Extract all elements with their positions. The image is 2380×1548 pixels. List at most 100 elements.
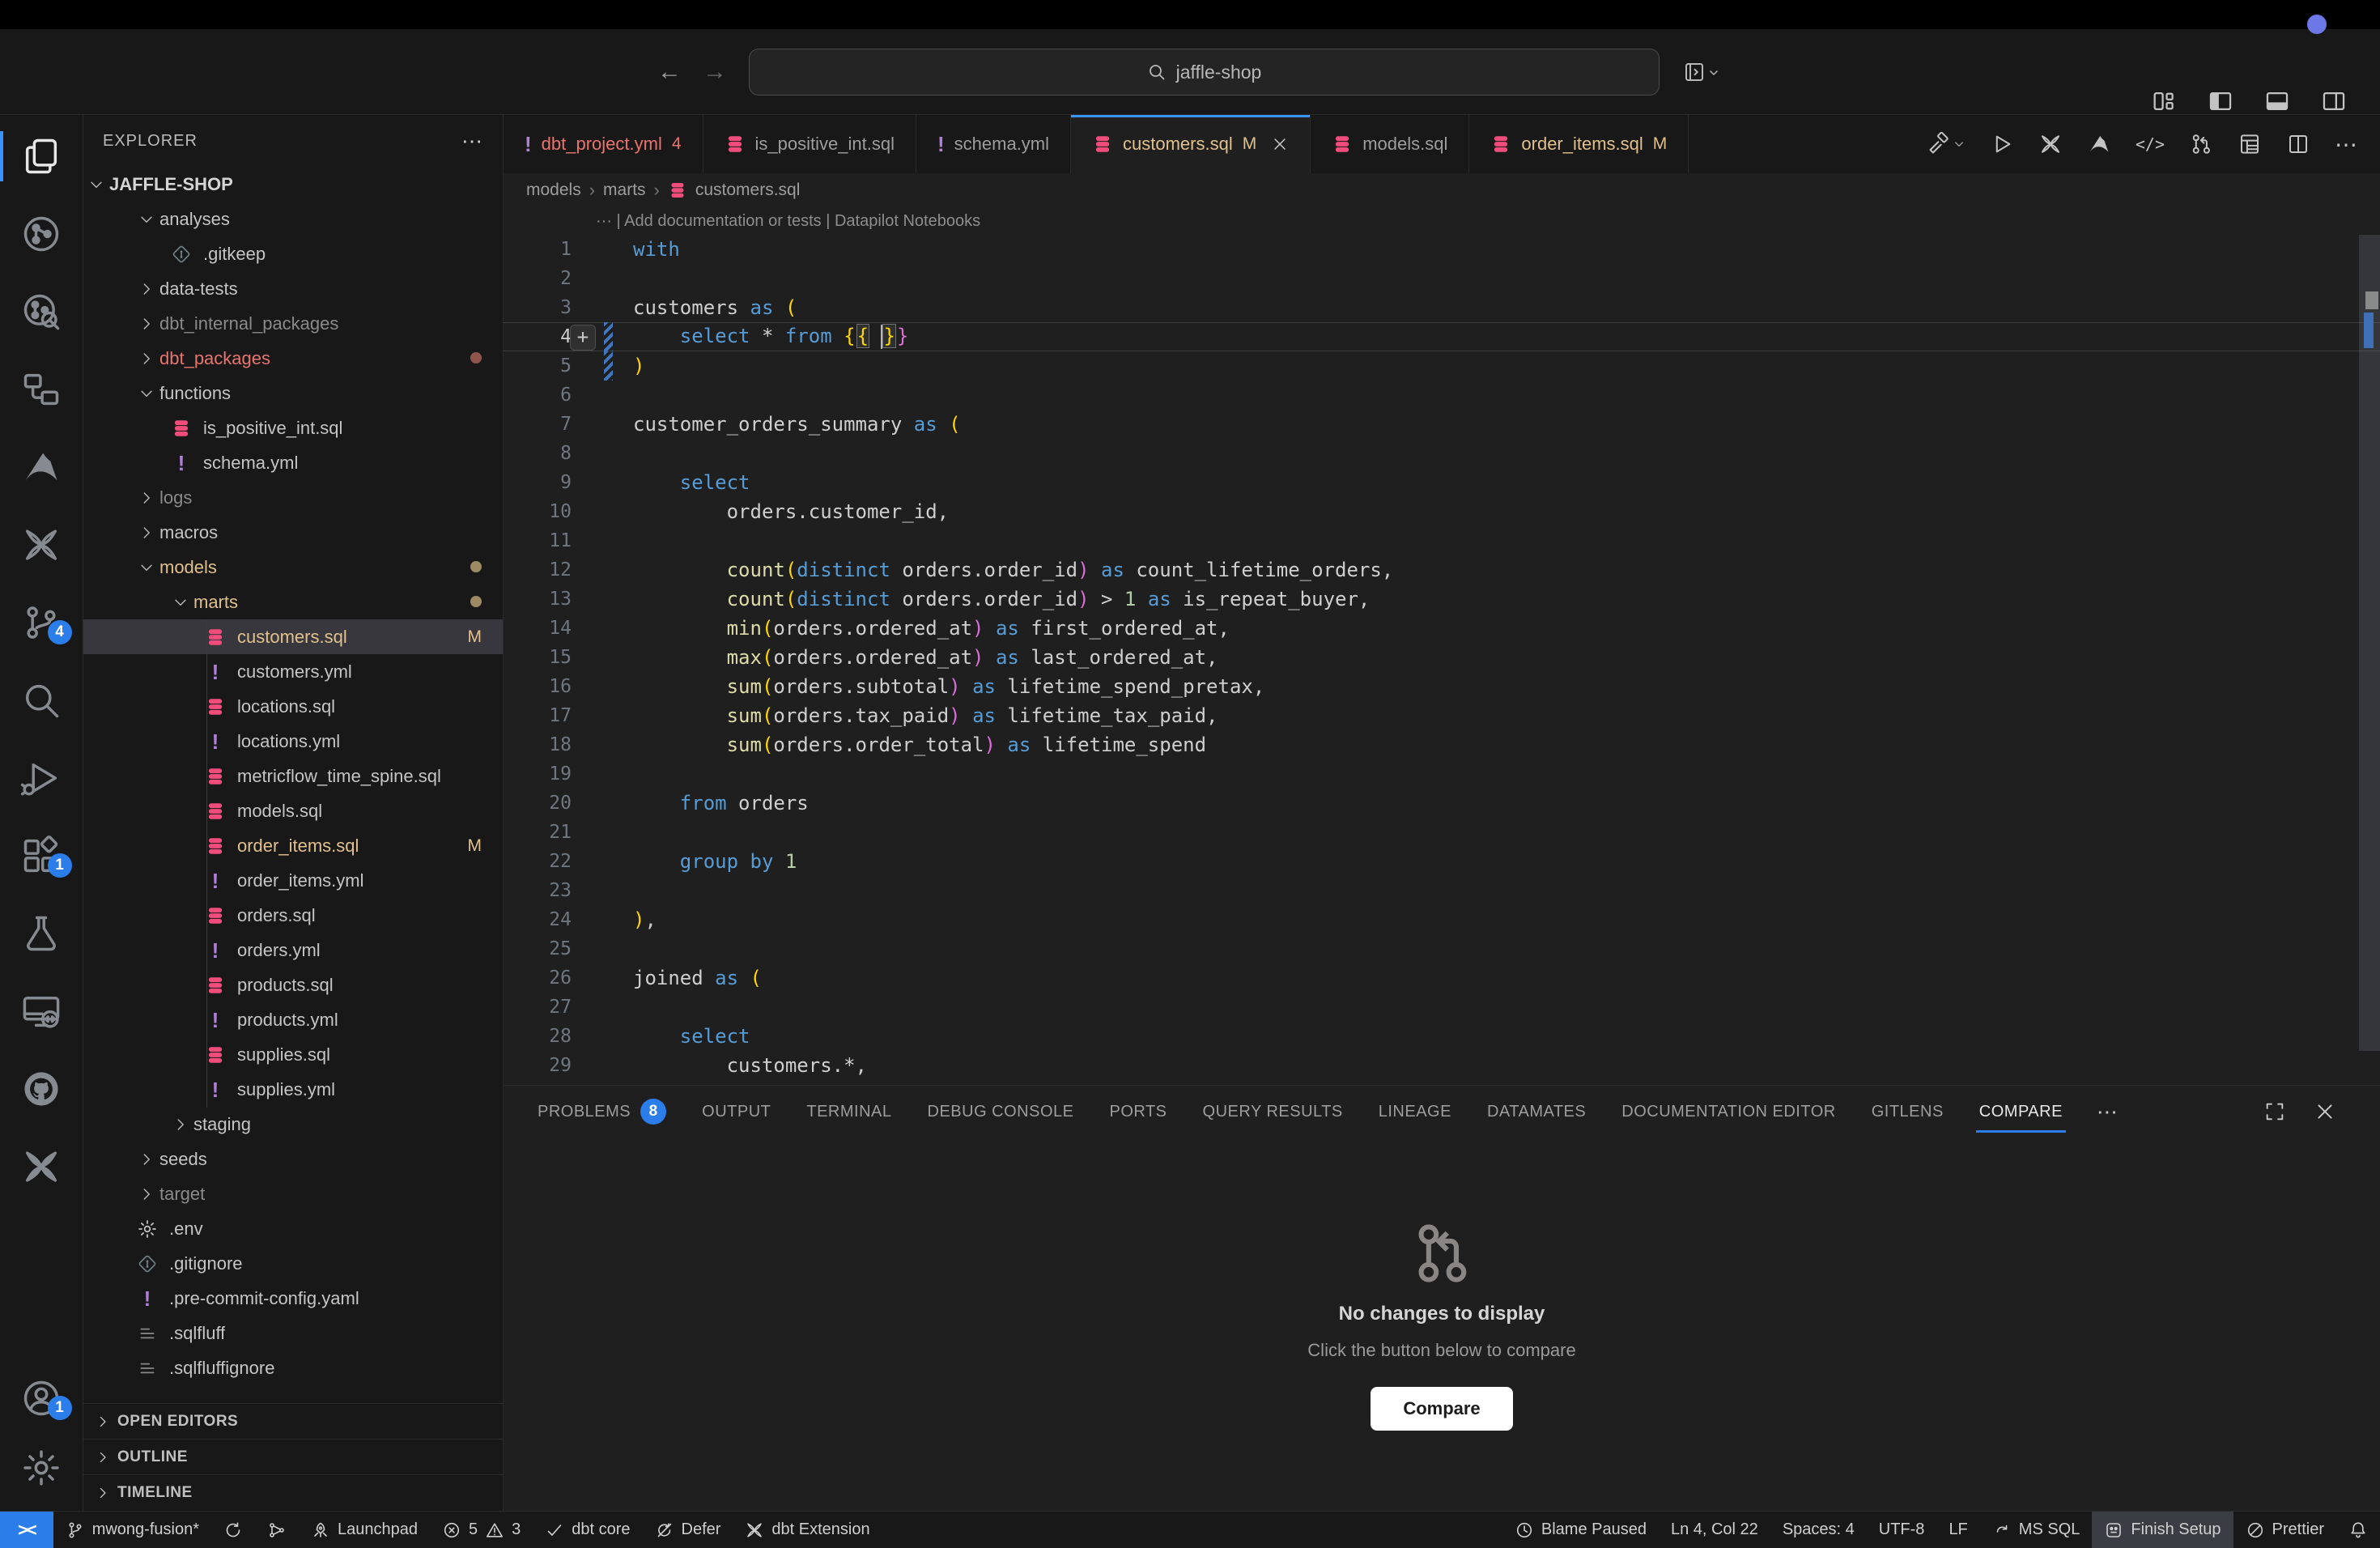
activity-item-testing[interactable] xyxy=(0,910,83,957)
code-line-9[interactable]: 9 select xyxy=(504,468,2380,497)
toggle-sidebar-icon[interactable] xyxy=(2207,87,2234,115)
toggle-panel-icon[interactable] xyxy=(2263,87,2291,115)
sidebar-section-timeline[interactable]: TIMELINE xyxy=(83,1475,503,1511)
code-line-4[interactable]: 4+ select * from {{ }} xyxy=(504,322,2380,351)
code-line-10[interactable]: 10 orders.customer_id, xyxy=(504,497,2380,526)
code-line-12[interactable]: 12 count(distinct orders.order_id) as co… xyxy=(504,555,2380,585)
status-notifications[interactable] xyxy=(2336,1512,2380,1548)
forward-arrow-icon[interactable]: → xyxy=(703,58,727,86)
status-prettier[interactable]: Prettier xyxy=(2233,1512,2336,1548)
activity-item-github[interactable] xyxy=(0,1065,83,1112)
status-finish-setup[interactable]: Finish Setup xyxy=(2092,1512,2233,1548)
panel-tab-output[interactable]: OUTPUT xyxy=(687,1086,785,1138)
tree-item-target[interactable]: target xyxy=(83,1176,503,1211)
status-defer[interactable]: Defer xyxy=(643,1512,733,1548)
panel-tab-gitlens[interactable]: GITLENS xyxy=(1857,1086,1958,1138)
editor-action-datapilot-action[interactable] xyxy=(2087,132,2111,156)
panel-tab-lineage[interactable]: LINEAGE xyxy=(1364,1086,1466,1138)
activity-item-accounts[interactable]: 1 xyxy=(0,1375,83,1422)
code-line-11[interactable]: 11 xyxy=(504,526,2380,555)
status-launchpad[interactable]: Launchpad xyxy=(299,1512,430,1548)
code-line-18[interactable]: 18 sum(orders.order_total) as lifetime_s… xyxy=(504,730,2380,759)
breadcrumb-part[interactable]: marts xyxy=(603,181,646,200)
tab-customers.sql[interactable]: customers.sqlM xyxy=(1071,115,1311,173)
tree-item-supplies.yml[interactable]: !supplies.yml xyxy=(83,1072,503,1107)
code-line-3[interactable]: 3customers as ( xyxy=(504,293,2380,322)
status-problems[interactable]: 53 xyxy=(430,1512,533,1548)
tree-item-supplies.sql[interactable]: supplies.sql xyxy=(83,1037,503,1072)
tree-item-functions[interactable]: functions xyxy=(83,376,503,410)
code-line-23[interactable]: 23 xyxy=(504,876,2380,905)
tree-item-.gitkeep[interactable]: .gitkeep xyxy=(83,236,503,271)
code-line-26[interactable]: 26joined as ( xyxy=(504,963,2380,993)
activity-item-dbt-filled[interactable] xyxy=(0,1143,83,1190)
editor-scrollbar[interactable] xyxy=(2359,235,2380,1085)
status-branch[interactable]: mwong-fusion* xyxy=(53,1512,211,1548)
panel-tab-query-results[interactable]: QUERY RESULTS xyxy=(1188,1086,1358,1138)
code-line-19[interactable]: 19 xyxy=(504,759,2380,789)
code-line-13[interactable]: 13 count(distinct orders.order_id) > 1 a… xyxy=(504,585,2380,614)
editor-action-run-model[interactable] xyxy=(1990,132,2014,156)
tree-item-dbt-internal-packages[interactable]: dbt_internal_packages xyxy=(83,306,503,341)
close-tab-icon[interactable] xyxy=(1271,135,1289,153)
tree-item-.pre-commit-config.yaml[interactable]: !.pre-commit-config.yaml xyxy=(83,1281,503,1316)
activity-item-datapilot[interactable] xyxy=(0,444,83,491)
tree-item-customers.yml[interactable]: !customers.yml xyxy=(83,654,503,689)
sidebar-section-open-editors[interactable]: OPEN EDITORS xyxy=(83,1404,503,1440)
customize-layout-icon[interactable] xyxy=(2150,87,2178,115)
code-line-2[interactable]: 2 xyxy=(504,264,2380,293)
maximize-panel-icon[interactable] xyxy=(2263,1100,2286,1123)
code-line-6[interactable]: 6 xyxy=(504,381,2380,410)
breadcrumb-file[interactable]: customers.sql xyxy=(695,181,801,200)
code-line-27[interactable]: 27 xyxy=(504,993,2380,1022)
activity-item-dbt-power-user[interactable] xyxy=(0,521,83,568)
tree-item-data-tests[interactable]: data-tests xyxy=(83,271,503,306)
tree-item-.sqlfluffignore[interactable]: .sqlfluffignore xyxy=(83,1350,503,1385)
code-line-15[interactable]: 15 max(orders.ordered_at) as last_ordere… xyxy=(504,643,2380,672)
status-indentation[interactable]: Spaces: 4 xyxy=(1770,1512,1867,1548)
layout-switch-button[interactable] xyxy=(1682,60,1721,84)
tab-order-items.sql[interactable]: order_items.sqlM xyxy=(1469,115,1689,173)
tab-dbt-project.yml[interactable]: !dbt_project.yml4 xyxy=(504,115,703,173)
breadcrumb-part[interactable]: models xyxy=(526,181,581,200)
tree-item-orders.sql[interactable]: orders.sql xyxy=(83,898,503,933)
code-line-8[interactable]: 8 xyxy=(504,439,2380,468)
inline-add-button[interactable]: + xyxy=(570,325,596,351)
code-line-21[interactable]: 21 xyxy=(504,818,2380,847)
tree-item-products.yml[interactable]: !products.yml xyxy=(83,1002,503,1037)
code-line-14[interactable]: 14 min(orders.ordered_at) as first_order… xyxy=(504,614,2380,643)
code-line-17[interactable]: 17 sum(orders.tax_paid) as lifetime_tax_… xyxy=(504,701,2380,730)
tree-item-schema.yml[interactable]: !schema.yml xyxy=(83,445,503,480)
tree-item-analyses[interactable]: analyses xyxy=(83,202,503,236)
sidebar-section-outline[interactable]: OUTLINE xyxy=(83,1440,503,1475)
panel-tab-datamates[interactable]: DATAMATES xyxy=(1473,1086,1600,1138)
back-arrow-icon[interactable]: ← xyxy=(657,58,682,86)
code-line-22[interactable]: 22 group by 1 xyxy=(504,847,2380,876)
toggle-secondary-sidebar-icon[interactable] xyxy=(2320,87,2348,115)
tree-item-locations.sql[interactable]: locations.sql xyxy=(83,689,503,724)
status-sync[interactable] xyxy=(211,1512,255,1548)
status-language-mode[interactable]: MS SQL xyxy=(1980,1512,2093,1548)
status-cursor-position[interactable]: Ln 4, Col 22 xyxy=(1659,1512,1770,1548)
status-git-graph[interactable] xyxy=(255,1512,299,1548)
tree-item-logs[interactable]: logs xyxy=(83,480,503,515)
explorer-more-actions-icon[interactable]: ⋯ xyxy=(461,129,483,154)
panel-tab-terminal[interactable]: TERMINAL xyxy=(792,1086,906,1138)
activity-item-remote-explorer[interactable] xyxy=(0,988,83,1035)
tree-item-is-positive-int.sql[interactable]: is_positive_int.sql xyxy=(83,410,503,445)
panel-tab-debug-console[interactable]: DEBUG CONSOLE xyxy=(913,1086,1089,1138)
panel-tab-compare[interactable]: COMPARE xyxy=(1965,1086,2077,1138)
tree-item-seeds[interactable]: seeds xyxy=(83,1142,503,1176)
status-eol[interactable]: LF xyxy=(1936,1512,1979,1548)
tree-item-.sqlfluff[interactable]: .sqlfluff xyxy=(83,1316,503,1350)
activity-item-dbt-lineage[interactable] xyxy=(0,288,83,335)
panel-tab-ports[interactable]: PORTS xyxy=(1094,1086,1181,1138)
tab-schema.yml[interactable]: !schema.yml xyxy=(916,115,1071,173)
tree-item-marts[interactable]: marts xyxy=(83,585,503,619)
codelens-actions[interactable]: ··· | Add documentation or tests | Datap… xyxy=(504,207,2380,235)
code-line-1[interactable]: 1with xyxy=(504,235,2380,264)
code-line-24[interactable]: 24), xyxy=(504,905,2380,934)
tree-item-products.sql[interactable]: products.sql xyxy=(83,968,503,1002)
breadcrumb[interactable]: models›marts›customers.sql xyxy=(504,173,2380,207)
editor-action-dbt-action[interactable] xyxy=(2038,132,2063,156)
